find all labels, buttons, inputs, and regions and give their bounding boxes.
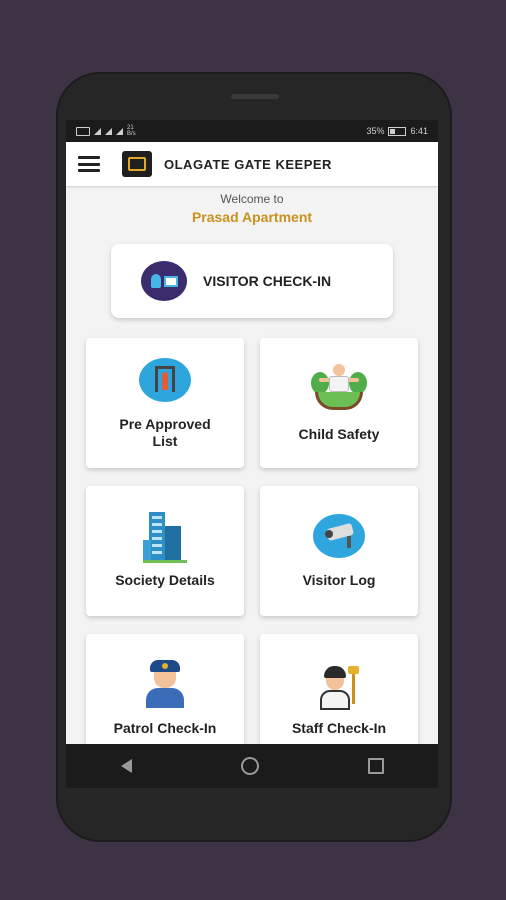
police-officer-icon [144,660,186,708]
visitor-log-card[interactable]: Visitor Log [260,486,418,616]
phone-screen: 21 B/s 35% 6:41 OLAGATE GATE KEEPER Welc… [66,120,438,788]
status-bar-right: 35% 6:41 [366,126,428,136]
navigation-bar [66,744,438,788]
battery-percent: 35% [366,126,385,136]
visitor-checkin-icon [141,261,187,301]
child-safety-icon [309,362,369,414]
visitor-log-label: Visitor Log [302,572,376,588]
volte-icon [76,126,90,136]
pre-approved-list-label: Pre Approved List [119,416,211,449]
app-bar: OLAGATE GATE KEEPER [66,142,438,186]
app-title: OLAGATE GATE KEEPER [164,156,332,172]
society-details-label: Society Details [115,572,215,588]
staff-checkin-card[interactable]: Staff Check-In [260,634,418,744]
visitor-checkin-label: VISITOR CHECK-IN [203,273,332,289]
status-bar-left: 21 B/s [76,125,136,137]
recent-apps-icon[interactable] [367,758,384,774]
main-content: Welcome to Prasad Apartment VISITOR CHEC… [66,186,438,744]
app-logo-icon [122,151,152,177]
pre-approved-icon [139,358,191,402]
pre-approved-list-card[interactable]: Pre Approved List [86,338,244,468]
status-bar: 21 B/s 35% 6:41 [66,120,438,142]
phone-speaker [231,94,279,99]
signal-icon [94,127,101,135]
menu-icon[interactable] [78,156,100,172]
society-details-card[interactable]: Society Details [86,486,244,616]
patrol-checkin-card[interactable]: Patrol Check-In [86,634,244,744]
visitor-checkin-button[interactable]: VISITOR CHECK-IN [111,244,393,318]
cctv-camera-icon [313,514,365,558]
battery-icon [388,126,407,136]
apartment-name: Prasad Apartment [191,209,313,225]
clock: 6:41 [410,126,428,136]
phone-frame: 21 B/s 35% 6:41 OLAGATE GATE KEEPER Welc… [56,72,452,842]
home-icon[interactable] [240,757,259,775]
child-safety-card[interactable]: Child Safety [260,338,418,468]
wifi-icon [116,127,123,135]
staff-checkin-label: Staff Check-In [291,720,387,736]
patrol-checkin-label: Patrol Check-In [113,720,217,736]
network-speed: 21 B/s [127,125,136,137]
building-icon [143,512,187,563]
welcome-text: Welcome to [220,192,284,206]
child-safety-label: Child Safety [298,426,380,442]
cleaning-staff-icon [316,666,362,710]
signal-icon-2 [105,127,112,135]
back-icon[interactable] [120,759,132,773]
